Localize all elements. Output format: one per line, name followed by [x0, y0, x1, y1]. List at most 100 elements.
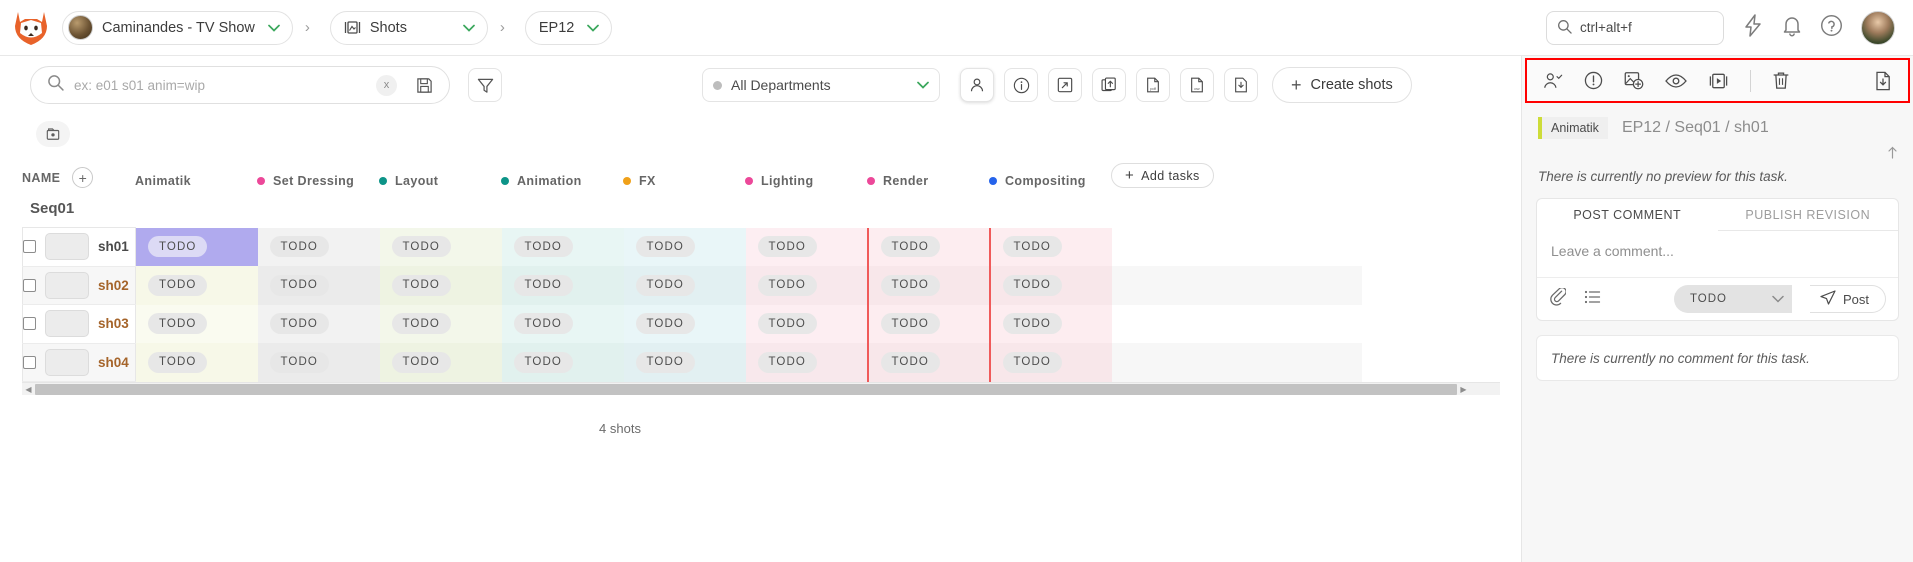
task-cell-layout[interactable]: TODO — [379, 227, 502, 266]
table-row[interactable]: sh02 TODO TODO TODO TODO TODO TODO TODO … — [22, 266, 1362, 305]
bolt-icon[interactable] — [1742, 13, 1764, 42]
download-button[interactable] — [1224, 68, 1258, 102]
row-name-cell[interactable]: sh04 — [22, 343, 136, 382]
scroll-right-arrow[interactable]: ▶ — [1457, 385, 1470, 394]
task-cell-animatik[interactable]: TODO — [135, 266, 258, 305]
task-cell-render[interactable]: TODO — [866, 343, 990, 382]
row-checkbox[interactable] — [23, 278, 36, 292]
task-cell-animatik[interactable]: TODO — [135, 227, 258, 266]
department-select[interactable]: All Departments — [702, 68, 940, 102]
collapse-icon[interactable] — [1886, 145, 1899, 165]
task-cell-set-dressing[interactable]: TODO — [257, 304, 380, 343]
comment-input[interactable]: Leave a comment... — [1537, 231, 1898, 277]
chevron-down-icon[interactable] — [268, 22, 280, 34]
table-row[interactable]: sh03 TODO TODO TODO TODO TODO TODO TODO … — [22, 304, 1362, 344]
assignee-button[interactable] — [960, 68, 994, 102]
task-cell-compositing[interactable]: TODO — [988, 343, 1112, 382]
comment-status-select[interactable]: TODO — [1673, 285, 1792, 313]
task-cell-compositing[interactable]: TODO — [988, 266, 1112, 305]
column-header-layout[interactable]: Layout — [379, 154, 501, 188]
save-icon[interactable] — [407, 68, 441, 102]
task-cell-animation[interactable]: TODO — [501, 343, 624, 382]
tab-publish-revision[interactable]: PUBLISH REVISION — [1717, 199, 1898, 231]
playlist-icon[interactable] — [36, 121, 70, 147]
task-cell-fx[interactable]: TODO — [623, 266, 746, 305]
task-cell-set-dressing[interactable]: TODO — [257, 343, 380, 382]
import-button[interactable] — [1092, 68, 1126, 102]
task-cell-render[interactable]: TODO — [866, 227, 990, 266]
task-cell-lighting[interactable]: TODO — [745, 343, 868, 382]
info-button[interactable] — [1004, 68, 1038, 102]
table-row[interactable]: sh04 TODO TODO TODO TODO TODO TODO TODO … — [22, 343, 1362, 382]
post-comment-button[interactable]: Post — [1809, 285, 1886, 313]
clear-search-button[interactable]: x — [376, 74, 397, 96]
task-cell-animation[interactable]: TODO — [501, 266, 624, 305]
filter-icon[interactable] — [468, 68, 502, 102]
column-header-render[interactable]: Render — [867, 154, 989, 188]
export-pdf-button[interactable]: pdf — [1136, 68, 1170, 102]
export-csv-button[interactable]: csv — [1180, 68, 1214, 102]
column-header-set-dressing[interactable]: Set Dressing — [257, 154, 379, 188]
avatar[interactable] — [1861, 10, 1895, 45]
task-cell-animatik[interactable]: TODO — [135, 343, 258, 382]
task-cell-compositing[interactable]: TODO — [988, 227, 1112, 266]
row-name-cell[interactable]: sh01 — [22, 227, 136, 267]
task-cell-fx[interactable]: TODO — [623, 304, 746, 343]
task-cell-lighting[interactable]: TODO — [745, 266, 868, 305]
task-cell-lighting[interactable]: TODO — [745, 227, 868, 266]
task-cell-render[interactable]: TODO — [866, 266, 990, 305]
task-cell-animation[interactable]: TODO — [501, 227, 624, 266]
task-cell-set-dressing[interactable]: TODO — [257, 266, 380, 305]
scroll-left-arrow[interactable]: ◀ — [22, 385, 35, 394]
bell-icon[interactable] — [1782, 14, 1802, 42]
task-cell-animation[interactable]: TODO — [501, 304, 624, 343]
fox-logo-icon[interactable] — [14, 9, 48, 47]
chevron-down-icon[interactable] — [587, 22, 600, 34]
alert-circle-icon[interactable] — [1584, 71, 1603, 90]
breadcrumb-episode[interactable]: EP12 — [524, 10, 613, 45]
column-header-lighting[interactable]: Lighting — [745, 154, 867, 188]
search-input[interactable]: ex: e01 s01 anim=wip x — [30, 66, 450, 104]
row-checkbox[interactable] — [23, 240, 36, 254]
eye-icon[interactable] — [1665, 73, 1687, 89]
column-header-animatik[interactable]: Animatik — [135, 154, 257, 188]
task-cell-layout[interactable]: TODO — [379, 266, 502, 305]
row-name-cell[interactable]: sh03 — [22, 304, 136, 344]
add-column-button[interactable]: + — [72, 167, 94, 188]
expand-button[interactable] — [1048, 68, 1082, 102]
chevron-down-icon[interactable] — [1772, 293, 1784, 305]
chevron-down-icon[interactable] — [463, 22, 475, 34]
task-cell-animatik[interactable]: TODO — [135, 304, 258, 343]
row-name-cell[interactable]: sh02 — [22, 266, 136, 305]
row-checkbox[interactable] — [23, 355, 36, 369]
table-row[interactable]: sh01 TODO TODO TODO TODO TODO TODO TODO … — [22, 227, 1362, 267]
column-header-fx[interactable]: FX — [623, 154, 745, 188]
playlist-video-icon[interactable] — [1708, 72, 1729, 90]
task-cell-render[interactable]: TODO — [866, 304, 990, 343]
add-preview-icon[interactable] — [1624, 71, 1644, 90]
column-header-animation[interactable]: Animation — [501, 154, 623, 188]
horizontal-scrollbar[interactable]: ◀ ▶ — [22, 382, 1500, 395]
chevron-down-icon[interactable] — [917, 79, 929, 91]
task-cell-fx[interactable]: TODO — [623, 343, 746, 382]
assign-person-icon[interactable] — [1543, 72, 1563, 90]
task-cell-compositing[interactable]: TODO — [988, 304, 1112, 343]
trash-icon[interactable] — [1772, 71, 1790, 90]
checklist-icon[interactable] — [1584, 290, 1601, 309]
scrollbar-thumb[interactable] — [35, 383, 1457, 395]
task-cell-set-dressing[interactable]: TODO — [257, 227, 380, 266]
task-cell-lighting[interactable]: TODO — [745, 304, 868, 343]
column-header-compositing[interactable]: Compositing — [989, 154, 1111, 188]
download-file-icon[interactable] — [1874, 71, 1892, 91]
add-tasks-button[interactable]: + Add tasks — [1111, 163, 1214, 188]
paperclip-icon[interactable] — [1549, 286, 1567, 311]
tab-post-comment[interactable]: POST COMMENT — [1537, 199, 1718, 231]
global-search-input[interactable]: ctrl+alt+f — [1546, 10, 1724, 45]
task-cell-fx[interactable]: TODO — [623, 227, 746, 266]
help-icon[interactable] — [1820, 14, 1843, 42]
task-cell-layout[interactable]: TODO — [379, 343, 502, 382]
task-cell-layout[interactable]: TODO — [379, 304, 502, 343]
create-shots-button[interactable]: + Create shots — [1272, 67, 1412, 103]
row-checkbox[interactable] — [23, 317, 36, 331]
breadcrumb-project[interactable]: Caminandes - TV Show — [62, 10, 293, 45]
